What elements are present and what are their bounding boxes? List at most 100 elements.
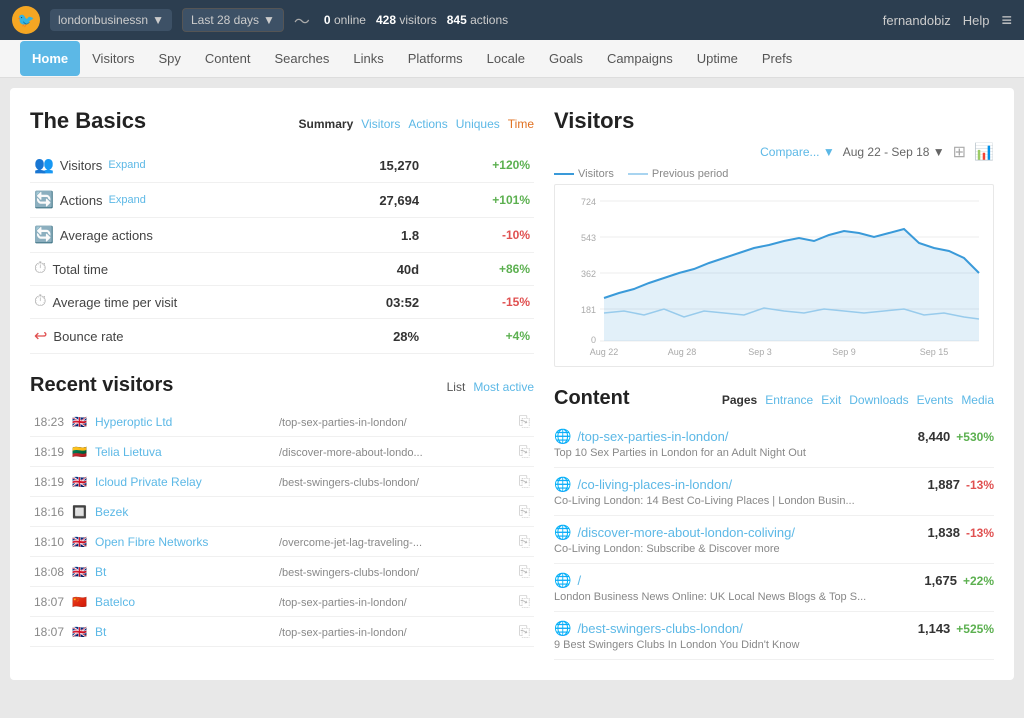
nav-visitors[interactable]: Visitors xyxy=(80,41,146,76)
metric-icon: ⏱ xyxy=(34,260,46,278)
content-tab-exit[interactable]: Exit xyxy=(821,393,841,407)
metric-change: -15% xyxy=(423,286,534,319)
content-item-row: 🌐 /co-living-places-in-london/ 1,887 -13… xyxy=(554,476,994,493)
left-panel: The Basics Summary Visitors Actions Uniq… xyxy=(30,108,534,660)
visitor-count: 428 xyxy=(376,13,396,27)
content-item-desc: Co-Living London: 14 Best Co-Living Plac… xyxy=(554,495,994,507)
visit-flag: 🇬🇧 xyxy=(68,407,91,437)
metric-value: 15,270 xyxy=(307,148,423,183)
metric-change: +86% xyxy=(423,253,534,286)
visit-flag: 🔲 xyxy=(68,497,91,527)
copy-icon[interactable]: ⎘ xyxy=(505,557,534,587)
basics-row: ⏱ Average time per visit 03:52 -15% xyxy=(30,286,534,319)
nav-content[interactable]: Content xyxy=(193,41,263,76)
date-range-label: Last 28 days xyxy=(191,13,259,27)
nav-platforms[interactable]: Platforms xyxy=(396,41,475,76)
content-tab-events[interactable]: Events xyxy=(917,393,954,407)
online-count: 0 xyxy=(324,13,331,27)
nav-prefs[interactable]: Prefs xyxy=(750,41,804,76)
list-tab[interactable]: List xyxy=(447,380,466,394)
visitor-row: 18:19 🇬🇧 Icloud Private Relay /best-swin… xyxy=(30,467,534,497)
tab-time[interactable]: Time xyxy=(508,117,534,131)
content-item-change: -13% xyxy=(966,526,994,540)
tab-visitors[interactable]: Visitors xyxy=(361,117,400,131)
metric-change: +120% xyxy=(423,148,534,183)
metric-expand[interactable]: Expand xyxy=(108,159,145,171)
metric-name: 🔄 Actions Expand xyxy=(34,190,303,210)
content-tab-pages[interactable]: Pages xyxy=(722,393,757,407)
tab-uniques[interactable]: Uniques xyxy=(456,117,500,131)
metric-icon: ⏱ xyxy=(34,293,46,311)
content-item: 🌐 /best-swingers-clubs-london/ 1,143 +52… xyxy=(554,612,994,660)
nav-locale[interactable]: Locale xyxy=(475,41,537,76)
actions-count: 845 xyxy=(447,13,467,27)
basics-row: ⏱ Total time 40d +86% xyxy=(30,253,534,286)
globe-icon: 🌐 xyxy=(554,620,571,637)
nav-spy[interactable]: Spy xyxy=(147,41,193,76)
content-item-desc: 9 Best Swingers Clubs In London You Didn… xyxy=(554,639,994,651)
content-item-url[interactable]: 🌐 /discover-more-about-london-coliving/ xyxy=(554,524,795,541)
recent-tabs: List Most active xyxy=(447,380,534,394)
bar-chart-icon[interactable]: 📊 xyxy=(974,142,994,162)
logo: 🐦 xyxy=(12,6,40,34)
content-header: Content Pages Entrance Exit Downloads Events… xyxy=(554,387,994,410)
export-icon[interactable]: ⊞ xyxy=(953,142,966,162)
copy-icon[interactable]: ⎘ xyxy=(505,467,534,497)
content-item-change: -13% xyxy=(966,478,994,492)
copy-icon[interactable]: ⎘ xyxy=(505,437,534,467)
content-item-change: +525% xyxy=(956,622,994,636)
content-item-url[interactable]: 🌐 / xyxy=(554,572,581,589)
svg-text:Aug 22: Aug 22 xyxy=(590,347,619,357)
nav-campaigns[interactable]: Campaigns xyxy=(595,41,685,76)
chart-toolbar: Compare... ▼ Aug 22 - Sep 18 ▼ ⊞ 📊 xyxy=(554,142,994,162)
basics-tabs: Summary Visitors Actions Uniques Time xyxy=(299,117,534,131)
visit-flag: 🇨🇳 xyxy=(68,587,91,617)
copy-icon[interactable]: ⎘ xyxy=(505,497,534,527)
copy-icon[interactable]: ⎘ xyxy=(505,587,534,617)
content-tab-downloads[interactable]: Downloads xyxy=(849,393,908,407)
content-item-url[interactable]: 🌐 /top-sex-parties-in-london/ xyxy=(554,428,728,445)
help-link[interactable]: Help xyxy=(963,13,990,28)
date-range-selector[interactable]: Last 28 days ▼ xyxy=(182,8,284,32)
compare-link[interactable]: Compare... ▼ xyxy=(760,145,835,159)
tab-actions[interactable]: Actions xyxy=(408,117,447,131)
content-tab-media[interactable]: Media xyxy=(961,393,994,407)
visit-time: 18:16 xyxy=(30,497,68,527)
nav-searches[interactable]: Searches xyxy=(262,41,341,76)
nav-links[interactable]: Links xyxy=(341,41,395,76)
content-item: 🌐 /discover-more-about-london-coliving/ … xyxy=(554,516,994,564)
visit-isp: Open Fibre Networks xyxy=(91,527,275,557)
svg-text:Aug 28: Aug 28 xyxy=(668,347,697,357)
metric-expand[interactable]: Expand xyxy=(109,194,146,206)
chevron-down-icon: ▼ xyxy=(263,13,275,27)
svg-text:543: 543 xyxy=(581,233,596,243)
content-item-row: 🌐 /discover-more-about-london-coliving/ … xyxy=(554,524,994,541)
nav-goals[interactable]: Goals xyxy=(537,41,595,76)
svg-text:Sep 15: Sep 15 xyxy=(920,347,949,357)
content-item-url[interactable]: 🌐 /best-swingers-clubs-london/ xyxy=(554,620,743,637)
metric-name: ⏱ Average time per visit xyxy=(34,293,303,311)
globe-icon: 🌐 xyxy=(554,428,571,445)
content-item-url[interactable]: 🌐 /co-living-places-in-london/ xyxy=(554,476,732,493)
nav-home[interactable]: Home xyxy=(20,41,80,76)
copy-icon[interactable]: ⎘ xyxy=(505,527,534,557)
copy-icon[interactable]: ⎘ xyxy=(505,617,534,647)
chart-icon[interactable]: 〜 xyxy=(294,8,310,32)
copy-icon[interactable]: ⎘ xyxy=(505,407,534,437)
metric-value: 27,694 xyxy=(307,183,423,218)
content-item-desc: London Business News Online: UK Local Ne… xyxy=(554,591,994,603)
nav-uptime[interactable]: Uptime xyxy=(685,41,750,76)
most-active-tab[interactable]: Most active xyxy=(473,380,534,394)
site-selector[interactable]: londonbusinessn ▼ xyxy=(50,9,172,31)
recent-title: Recent visitors xyxy=(30,374,173,397)
content-item-count: 8,440 xyxy=(918,429,951,444)
content-item-stats: 8,440 +530% xyxy=(918,429,994,444)
metric-name: 🔄 Average actions xyxy=(34,225,303,245)
content-item-count: 1,887 xyxy=(927,477,960,492)
content-title: Content xyxy=(554,387,630,410)
svg-text:724: 724 xyxy=(581,197,596,207)
content-tab-entrance[interactable]: Entrance xyxy=(765,393,813,407)
metric-value: 1.8 xyxy=(307,218,423,253)
content-item-stats: 1,887 -13% xyxy=(927,477,994,492)
menu-icon[interactable]: ≡ xyxy=(1001,10,1012,31)
